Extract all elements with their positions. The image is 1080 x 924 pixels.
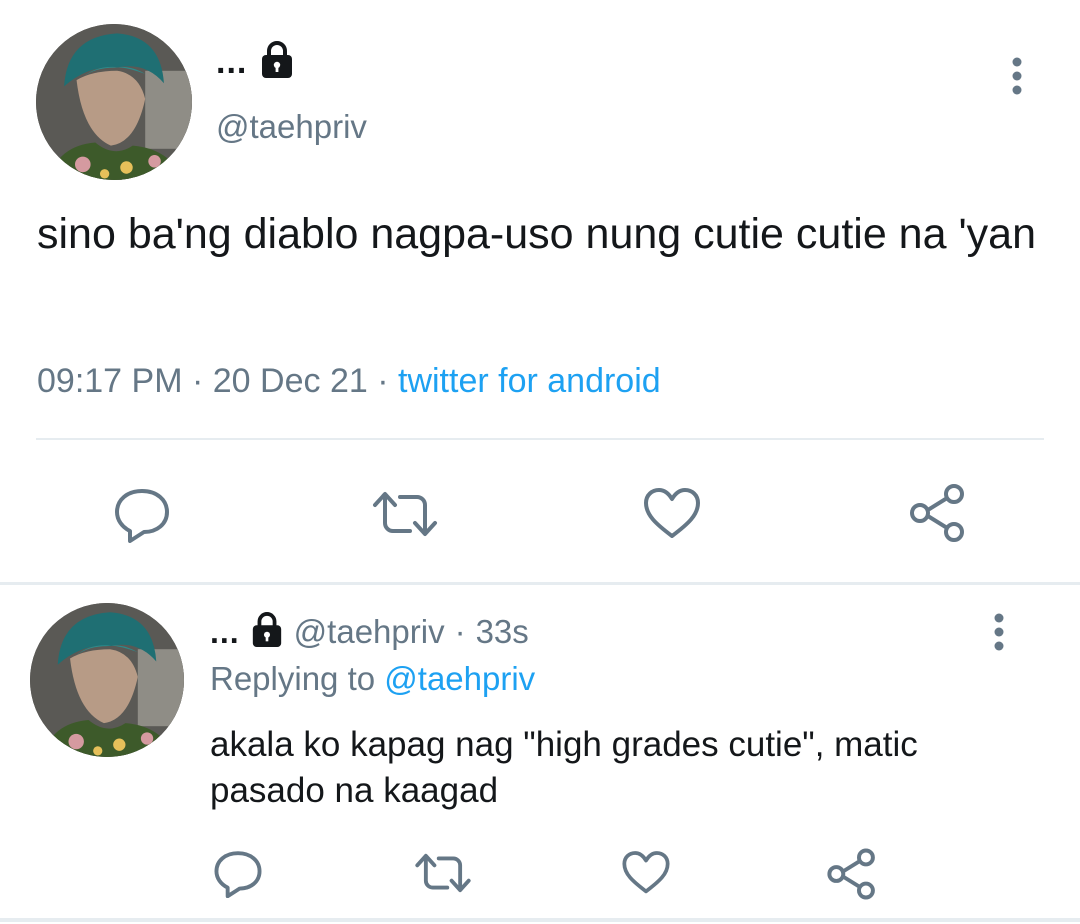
avatar-image xyxy=(36,24,192,180)
tweet-text: akala ko kapag nag "high grades cutie", … xyxy=(210,725,918,810)
reply-button[interactable] xyxy=(208,846,268,900)
tweet-source-link[interactable]: twitter for android xyxy=(398,362,661,400)
replying-to-mention[interactable]: @taehpriv xyxy=(384,660,535,697)
avatar[interactable] xyxy=(36,24,192,180)
reply-icon xyxy=(214,851,262,898)
share-icon xyxy=(910,484,964,542)
share-button[interactable] xyxy=(822,846,882,902)
separator: · xyxy=(377,362,389,400)
tweet-separator xyxy=(0,582,1080,585)
replying-to-label: Replying to xyxy=(210,660,376,697)
handle[interactable]: @taehpriv xyxy=(294,613,445,651)
like-button[interactable] xyxy=(640,484,704,544)
avatar-image xyxy=(30,603,184,757)
tweet-text: sino ba'ng diablo nagpa-uso nung cutie c… xyxy=(37,210,1036,258)
separator: · xyxy=(191,362,204,400)
like-button[interactable] xyxy=(618,846,674,900)
tweet-age: 33s xyxy=(475,613,529,650)
reply-icon xyxy=(115,489,169,543)
retweet-icon xyxy=(373,492,437,536)
lock-icon xyxy=(250,611,284,654)
more-options-icon[interactable] xyxy=(1000,54,1034,98)
display-name[interactable]: ... xyxy=(216,40,295,84)
replying-to: Replying to @taehpriv xyxy=(210,660,535,698)
separator: · xyxy=(454,613,466,650)
avatar[interactable] xyxy=(30,603,184,757)
retweet-icon xyxy=(415,853,471,893)
share-button[interactable] xyxy=(906,482,970,544)
display-name-text: ... xyxy=(216,43,248,81)
handle[interactable]: @taehpriv xyxy=(216,108,367,146)
retweet-button[interactable] xyxy=(410,846,476,900)
retweet-button[interactable] xyxy=(370,484,440,544)
divider xyxy=(36,438,1044,440)
reply-button[interactable] xyxy=(110,484,174,544)
lock-icon xyxy=(259,40,295,85)
display-name-text[interactable]: ... xyxy=(210,616,240,648)
like-icon xyxy=(644,488,700,538)
reply-header: ... @taehpriv · 33s xyxy=(210,608,529,656)
tweet-separator xyxy=(0,918,1080,922)
tweet-time: 09:17 PM xyxy=(37,362,183,400)
tweet-meta: 09:17 PM · 20 Dec 21 · twitter for andro… xyxy=(37,362,661,401)
share-icon xyxy=(827,848,875,900)
tweet-date: 20 Dec 21 xyxy=(212,362,368,400)
more-options-icon[interactable] xyxy=(982,610,1016,654)
like-icon xyxy=(622,851,670,894)
